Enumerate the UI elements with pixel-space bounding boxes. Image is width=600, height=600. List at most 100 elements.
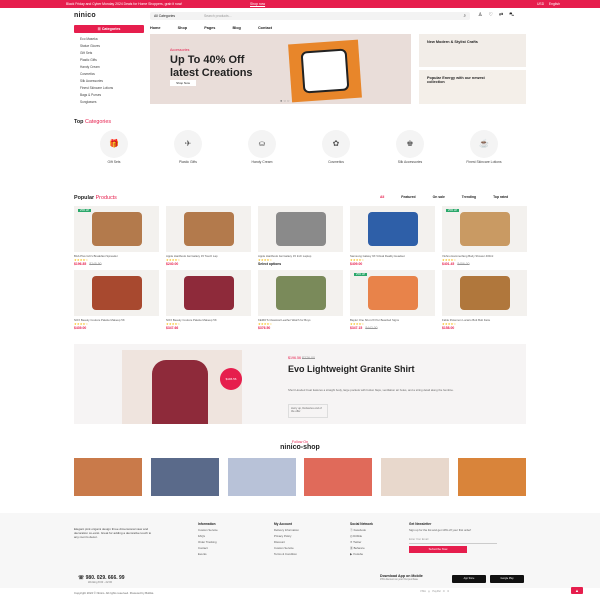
product-image[interactable] bbox=[166, 270, 251, 316]
product-card[interactable]: Fable Pokemon Lucario Butt Butt Faire ★★★… bbox=[442, 270, 527, 330]
side-banner-crafts[interactable]: New Modern & Stylist Crafts bbox=[419, 34, 526, 67]
cart-icon[interactable]: ⛍ bbox=[509, 12, 520, 18]
product-card[interactable]: NOX Beauty Couture Palette Makeup 5K ★★★★… bbox=[74, 270, 159, 330]
shirt-illustration bbox=[152, 360, 208, 424]
nav-shop[interactable]: Shop bbox=[178, 26, 188, 30]
sidebar-item[interactable]: Gift Sets bbox=[80, 50, 113, 57]
nav-pages[interactable]: Pages bbox=[204, 26, 215, 30]
topbar-currency[interactable]: USD English bbox=[537, 2, 560, 6]
sidebar-item[interactable]: Bags & Purses bbox=[80, 92, 113, 99]
gallery-image[interactable] bbox=[151, 458, 219, 496]
product-image[interactable] bbox=[442, 270, 527, 316]
side-banner-title: Popular Energy with our newest collectio… bbox=[427, 76, 485, 84]
follow-handle[interactable]: ninico-shop bbox=[0, 444, 600, 451]
hero-dog-artwork bbox=[288, 39, 362, 103]
hero-slider-dots[interactable]: ● ○ ○ bbox=[280, 98, 289, 103]
promo-price-badge: $196.56 bbox=[220, 368, 242, 390]
footer-link[interactable]: ▶ Youtube bbox=[350, 551, 373, 557]
wishlist-icon[interactable]: ♡ bbox=[488, 12, 498, 18]
product-card[interactable]: 25% off Bayler One Shot 2X Per Bearded Si… bbox=[350, 270, 435, 330]
nav-contact[interactable]: Contact bbox=[258, 26, 272, 30]
category-silk-accessories[interactable]: ♚ Silk Accessories bbox=[370, 130, 450, 166]
product-card[interactable]: 25% off Vishnu Hammerfang Body Shower 400… bbox=[442, 206, 527, 266]
google-play-button[interactable]: Google Play bbox=[490, 575, 524, 583]
tab-top-rated[interactable]: Top rated bbox=[493, 195, 508, 199]
newsletter-email-input[interactable]: Enter Your Email bbox=[409, 538, 497, 544]
back-to-top-button[interactable]: ▲ bbox=[571, 587, 583, 594]
subscribe-button[interactable]: Subscribe Now bbox=[409, 546, 467, 553]
side-banner-energy[interactable]: Popular Energy with our newest collectio… bbox=[419, 70, 526, 104]
product-price: $196.85 $245.90 bbox=[74, 262, 102, 266]
tab-on-sale[interactable]: On sale bbox=[433, 195, 445, 199]
cream-icon: ⛀ bbox=[248, 130, 276, 158]
product-card[interactable]: KEMO'S Classical Leather Watch for Boys ★… bbox=[258, 270, 343, 330]
sidebar-item[interactable]: Plastic Gifts bbox=[80, 57, 113, 64]
gallery-image[interactable] bbox=[304, 458, 372, 496]
category-gift-sets[interactable]: 🎁 Gift Sets bbox=[74, 130, 154, 166]
product-image[interactable]: 25% off bbox=[74, 206, 159, 252]
gallery-image[interactable] bbox=[228, 458, 296, 496]
product-image[interactable] bbox=[258, 206, 343, 252]
tab-all[interactable]: All bbox=[380, 195, 384, 199]
topbar-cta[interactable]: Shop now bbox=[250, 2, 265, 6]
gallery-image[interactable] bbox=[74, 458, 142, 496]
gallery-image[interactable] bbox=[458, 458, 526, 496]
sidebar-item[interactable]: Finest Skincare Lotions bbox=[80, 85, 113, 92]
hero-banner[interactable]: Accessories Up To 40% Off latest Creatio… bbox=[150, 34, 411, 104]
footer-social: Social Network ⓕ Facebook ◎ Dribble ✕ Tw… bbox=[350, 522, 373, 557]
sidebar-item[interactable]: Handy Cream bbox=[80, 64, 113, 71]
product-card[interactable]: Apple Hardbook 4ai Galaxy 15 Touch Lap ★★… bbox=[166, 206, 251, 266]
product-image[interactable] bbox=[350, 206, 435, 252]
category-plastic-gifts[interactable]: ✈ Plastic Gifts bbox=[148, 130, 228, 166]
product-image[interactable] bbox=[258, 270, 343, 316]
promo-price: $196.56 $276.00 bbox=[288, 356, 315, 360]
lotion-icon: ☕ bbox=[470, 130, 498, 158]
category-handy-cream[interactable]: ⛀ Handy Cream bbox=[222, 130, 302, 166]
category-cosmetics[interactable]: ✿ Cosmetics bbox=[296, 130, 376, 166]
product-image[interactable]: 25% off bbox=[442, 206, 527, 252]
compare-icon[interactable]: ⇄ bbox=[499, 12, 509, 18]
site-logo[interactable]: ninico bbox=[74, 12, 96, 19]
main-nav: Home Shop Pages Blog Contact bbox=[150, 26, 288, 30]
sidebar-item[interactable]: Silk Accessories bbox=[80, 78, 113, 85]
product-image[interactable] bbox=[166, 206, 251, 252]
follow-section: Follow On ninico-shop bbox=[0, 440, 600, 451]
product-image[interactable]: 25% off bbox=[350, 270, 435, 316]
product-card[interactable]: Samsung Galaxy 9X Virtual Reality Headse… bbox=[350, 206, 435, 266]
sidebar-item[interactable]: Sunglasses bbox=[80, 99, 113, 106]
instagram-gallery bbox=[74, 458, 526, 496]
product-card[interactable]: Apple Hardbook 4ai Galaxy 15 Inch Laptop… bbox=[258, 206, 343, 266]
promo-countdown: Hurry up, Deliveries end of the offer bbox=[288, 404, 328, 418]
product-price: $409.00 bbox=[350, 262, 363, 266]
footer-account: My Account Delivery Information Privacy … bbox=[274, 522, 299, 557]
product-image[interactable] bbox=[74, 270, 159, 316]
footer-link[interactable]: Terms & Condition bbox=[274, 551, 299, 557]
category-skincare-lotions[interactable]: ☕ Finest Skincare Lotions bbox=[444, 130, 524, 166]
side-banner-title: New Modern & Stylist Crafts bbox=[427, 40, 478, 44]
sidebar-item[interactable]: Eco Maseka bbox=[80, 36, 113, 43]
product-card[interactable]: NOX Beauty Couture Palette Makeup 5K ★★★★… bbox=[166, 270, 251, 330]
search-category-select[interactable]: All Categories bbox=[154, 14, 175, 18]
tab-trending[interactable]: Trending bbox=[462, 195, 476, 199]
hero-subtitle: Accessories bbox=[170, 48, 190, 52]
footer-link[interactable]: Events bbox=[198, 551, 218, 557]
sidebar-item[interactable]: Statue Gloves bbox=[80, 43, 113, 50]
sidebar-item[interactable]: Cosmetics bbox=[80, 71, 113, 78]
categories-button[interactable]: ☰ Categories bbox=[74, 25, 144, 33]
hero-shop-button[interactable]: Shop Now bbox=[170, 80, 196, 86]
app-store-button[interactable]: App Store bbox=[452, 575, 486, 583]
footer-newsletter: Get Newsletter Sign up for the list and … bbox=[409, 522, 472, 532]
deal-of-day: $196.56 $196.56 $276.00 Evo Lightweight … bbox=[74, 344, 526, 424]
product-card[interactable]: 25% off BAA Plus Grit's Breakfast Spreade… bbox=[74, 206, 159, 266]
user-icon[interactable]: ♙ bbox=[478, 12, 488, 18]
search-input[interactable]: Search products... bbox=[204, 14, 232, 18]
search-icon[interactable]: ⌕ bbox=[463, 13, 466, 18]
discount-badge: 25% off bbox=[78, 209, 91, 212]
tab-featured[interactable]: Featured bbox=[401, 195, 415, 199]
gallery-image[interactable] bbox=[381, 458, 449, 496]
product-filter-tabs: All Featured On sale Trending Top rated bbox=[380, 195, 508, 199]
nav-blog[interactable]: Blog bbox=[232, 26, 240, 30]
nav-home[interactable]: Home bbox=[150, 26, 161, 30]
search-bar[interactable]: All Categories Search products... ⌕ bbox=[150, 12, 470, 20]
promo-title[interactable]: Evo Lightweight Granite Shirt bbox=[288, 364, 488, 374]
